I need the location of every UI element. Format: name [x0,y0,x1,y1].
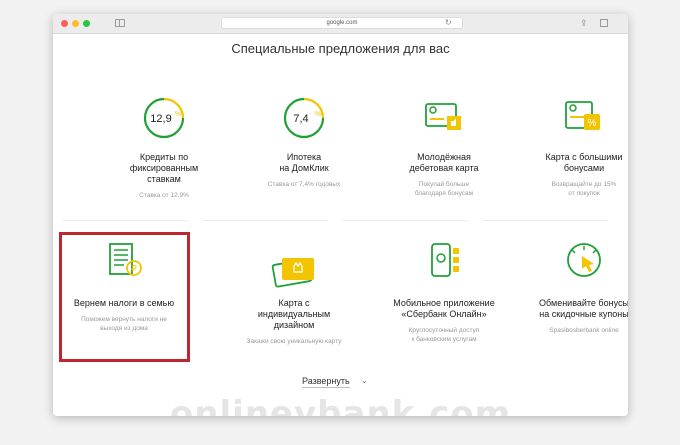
card-subtitle: Закажи свою уникальную карту [234,337,354,346]
credit-rate-value: 12,9 [150,113,171,125]
card-title-line: индивидуальным [257,309,331,319]
card-title: Молодёжная дебетовая карта [374,152,514,174]
card-subtitle-line: к банковским услугам [411,336,477,343]
card-title: Ипотека на ДомКлик [234,152,374,174]
row-divider [203,220,328,221]
minimize-window-button[interactable] [72,20,79,27]
card-title-line: бонусами [563,163,605,173]
row-divider [483,220,608,221]
offer-card-mortgage[interactable]: 7,4 % Ипотека на ДомКлик Ставка от 7,4% … [234,94,374,244]
offer-card-coupons[interactable]: Обменивайте бонусы на скидочные купоны S… [514,240,628,390]
card-subtitle: Покупай больше благодаря бонусам [384,180,504,198]
card-title-line: Мобильное приложение [393,298,495,308]
card-title: Обменивайте бонусы на скидочные купоны [514,298,628,320]
card-subtitle-line: Spasibosberbank online [549,327,619,334]
debit-card-icon [425,103,461,130]
card-subtitle-line: Покупай больше [418,181,470,188]
mortgage-rate-value: 7,4 [293,113,308,125]
offer-card-mobile-app[interactable]: Мобильное приложение «Сбербанк Онлайн» К… [374,240,514,390]
card-title-line: фиксированным [129,163,199,173]
card-subtitle-line: благодаря бонусам [414,190,474,197]
card-subtitle-line: Ставка от 7,4% годовых [267,181,341,188]
credit-percent-symbol: % [175,111,181,118]
close-window-button[interactable] [61,20,68,27]
card-subtitle: Возвращайте до 15% от покупок [524,180,628,198]
reload-icon[interactable]: ↻ [445,17,452,29]
card-subtitle-line: от покупок [568,190,600,197]
card-title-line: «Сбербанк Онлайн» [401,309,487,319]
highlight-frame [59,232,190,362]
expand-link[interactable]: Развернуть [302,376,350,388]
mortgage-rate-icon: 7,4 % [283,97,325,139]
card-subtitle-line: Круглосуточный доступ [408,327,480,334]
card-title-line: на ДомКлик [279,163,329,173]
card-title-line: Кредиты по [139,152,189,162]
card-subtitle-line: Закажи свою уникальную карту [246,338,342,345]
offer-card-youth[interactable]: Молодёжная дебетовая карта Покупай больш… [374,94,514,244]
card-title: Карта с индивидуальным дизайном [224,298,364,331]
browser-toolbar: google.com ↻ ⇪ [53,14,628,34]
watermark: onlinevbank.com [169,394,512,416]
coupon-click-icon [567,243,601,277]
card-subtitle: Ставка от 12,9% [104,191,224,200]
card-title-line: дебетовая карта [409,163,479,173]
maximize-window-button[interactable] [83,20,90,27]
card-title: Мобильное приложение «Сбербанк Онлайн» [374,298,514,320]
card-subtitle-line: Ставка от 12,9% [139,192,189,199]
card-title-line: Карта с большими [545,152,623,162]
row-divider [343,220,468,221]
card-subtitle: Круглосуточный доступ к банковским услуг… [384,326,504,344]
chevron-down-icon[interactable]: ⌄ [361,376,368,385]
row-divider [63,220,188,221]
card-title-line: Карта с [278,298,310,308]
share-icon[interactable]: ⇪ [580,17,588,29]
card-title-line: на скидочные купоны [539,309,628,319]
offer-card-bonus[interactable]: % Карта с большими бонусами Возвращайте … [514,94,628,244]
sidebar-toggle-icon[interactable] [115,19,125,27]
browser-window: google.com ↻ ⇪ Специальные предложения д… [53,14,628,416]
card-title-line: ставкам [147,174,181,184]
credit-rate-icon: 12,9 % [143,97,185,139]
card-title-line: Ипотека [286,152,322,162]
card-title-line: дизайном [273,320,315,330]
bonus-percent-symbol: % [588,118,597,129]
custom-card-icon [271,258,314,288]
card-subtitle: Spasibosberbank online [524,326,628,335]
card-title-line: Обменивайте бонусы [539,298,628,308]
card-subtitle-line: Возвращайте до 15% [551,181,617,188]
card-title: Карта с большими бонусами [514,152,628,174]
card-subtitle: Ставка от 7,4% годовых [244,180,364,189]
page-title: Специальные предложения для вас [231,41,450,56]
card-title-line: Молодёжная [417,152,471,162]
mobile-phone-icon [431,243,459,277]
offer-card-credit[interactable]: 12,9 % Кредиты по фиксированным ставкам … [94,94,234,244]
tabs-overview-icon[interactable] [598,19,608,30]
card-title: Кредиты по фиксированным ставкам [94,152,234,185]
address-bar[interactable]: google.com [221,17,463,29]
mortgage-percent-symbol: % [315,111,321,118]
bonus-card-icon: % [565,101,600,130]
